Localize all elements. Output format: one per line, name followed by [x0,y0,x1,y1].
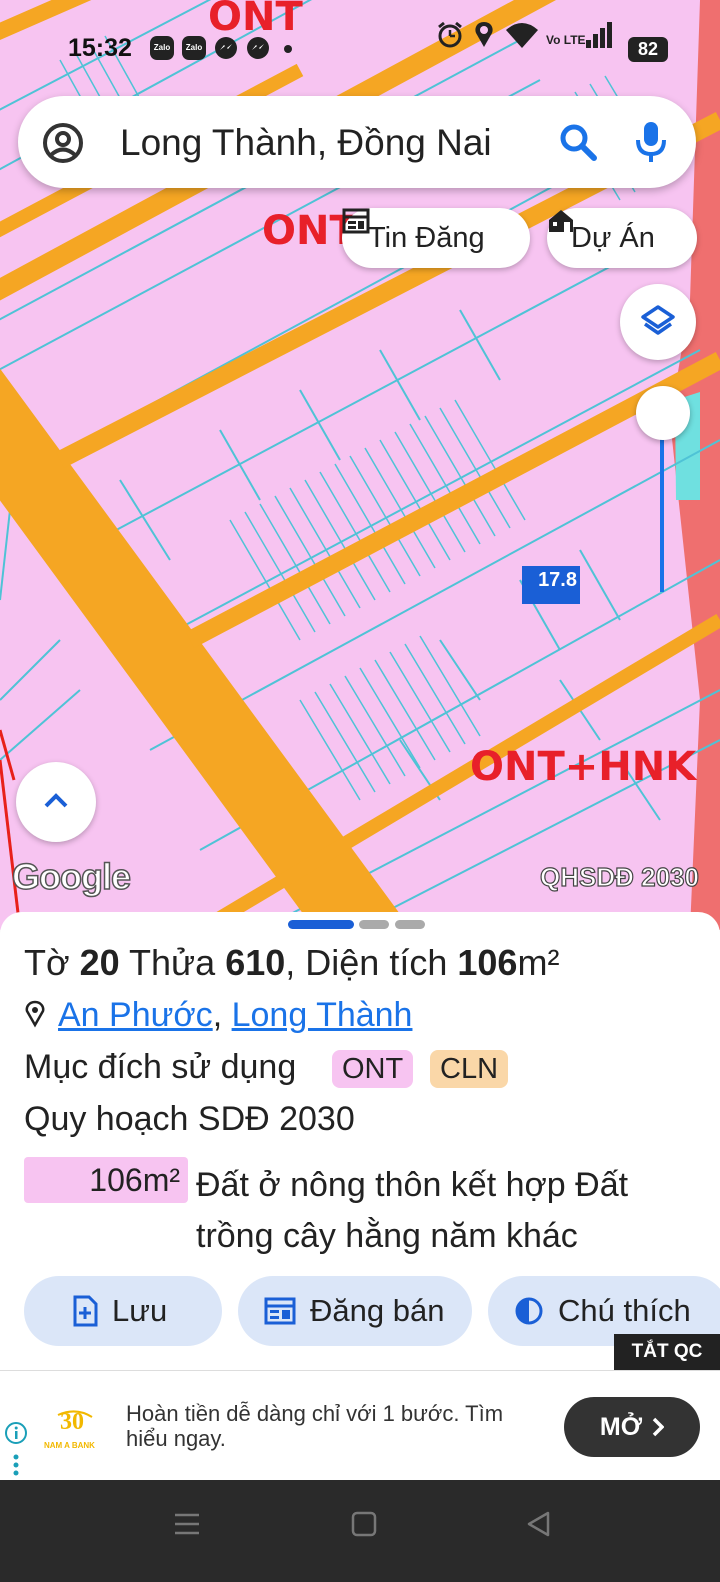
map-view[interactable]: ONT ONT ONT+HNK 17.8 15:32 Zalo Zalo Vo … [0,0,720,930]
ad-open-button[interactable]: MỞ [564,1397,700,1457]
status-bar: 15:32 Zalo Zalo Vo LTE 82 [0,20,720,76]
signal-icon [586,22,612,48]
chevron-up-icon [44,793,68,808]
location-icon [475,22,493,47]
area-value: 106 [457,942,518,983]
microphone-icon[interactable] [634,120,668,164]
selected-parcel-marker[interactable]: 17.8 [522,566,580,604]
post-sale-button-label: Đăng bán [310,1293,445,1328]
parcel-title: Tờ 20 Thửa 610, Diện tích 106m² [24,942,560,983]
ad-brand: NAM A BANK [44,1441,95,1450]
add-file-icon [73,1295,98,1327]
search-input[interactable]: Long Thành, Đồng Nai [120,122,492,164]
account-icon[interactable] [42,122,84,164]
messenger-icon [215,37,237,59]
sheet-label: Tờ [24,942,70,983]
close-ads-button[interactable]: TẮT QC [614,1334,720,1370]
plan-heading: Quy hoạch SDĐ 2030 [24,1100,355,1138]
nam-a-bank-logo: 30 [57,1409,93,1435]
back-icon[interactable] [526,1511,550,1537]
zalo-icon: Zalo [150,36,174,60]
ward-link[interactable]: An Phước [58,996,213,1034]
recents-icon[interactable] [174,1512,200,1536]
listings-chip-label: Tin Đăng [368,221,485,254]
plot-number: 610 [225,942,286,983]
notification-dot [284,45,292,53]
projects-chip[interactable]: Dự Án [547,208,697,268]
info-icon[interactable] [4,1421,28,1445]
save-button-label: Lưu [112,1293,168,1328]
location-pin-icon [25,1000,45,1028]
legend-button-label: Chú thích [558,1293,691,1328]
purpose-badge-cln: CLN [430,1050,509,1088]
contrast-icon [515,1297,543,1325]
parcel-info-sheet: Tờ 20 Thửa 610, Diện tích 106m² An Phước… [0,912,720,1372]
battery-indicator: 82 [628,37,668,62]
search-bar[interactable]: Long Thành, Đồng Nai [18,96,696,188]
ad-text: Hoàn tiền dễ dàng chỉ với 1 bước. Tìm hi… [126,1401,504,1451]
google-logo: Google [11,855,132,898]
listing-icon [264,1297,296,1325]
zalo-icon: Zalo [182,36,206,60]
more-options-icon[interactable] [12,1453,20,1477]
projects-chip-label: Dự Án [571,221,655,254]
home-icon[interactable] [351,1511,377,1537]
layers-icon [641,305,675,335]
pager-dot[interactable] [359,920,389,929]
listings-chip[interactable]: Tin Đăng [342,208,530,268]
system-nav-bar [0,1480,720,1582]
map-layer-tag: QHSDĐ 2030 [539,861,699,892]
post-sale-button[interactable]: Đăng bán [238,1276,472,1346]
status-time: 15:32 [68,34,132,62]
ad-banner[interactable]: 30 NAM A BANK Hoàn tiền dễ dàng chỉ với … [0,1370,720,1481]
plan-description: Đất ở nông thôn kết hợp Đất trồng cây hằ… [196,1166,629,1255]
building-icon [549,210,573,232]
land-use-purpose-label: Mục đích sử dụng [24,1048,297,1086]
save-button[interactable]: Lưu [24,1276,222,1346]
listings-icon [342,208,370,234]
area-label: Diện tích [305,942,448,983]
district-link[interactable]: Long Thành [232,996,413,1034]
wifi-icon [506,23,538,48]
pager-dot[interactable] [395,920,425,929]
area-unit: m² [517,942,560,983]
layers-button[interactable] [620,284,696,360]
ad-open-label: MỞ [599,1412,643,1441]
parcel-location: An Phước, Long Thành [24,996,412,1035]
alarm-icon [438,21,462,48]
chevron-right-icon [652,1417,665,1437]
pager-dot-active[interactable] [288,920,354,929]
search-icon[interactable] [558,122,598,162]
purpose-badge-ont: ONT [332,1050,414,1088]
opacity-slider-handle[interactable] [636,386,690,440]
expand-sheet-button[interactable] [16,762,96,842]
volte-indicator: Vo LTE [546,33,586,47]
messenger-icon [247,37,269,59]
zone-label-ont-hnk: ONT+HNK [470,744,697,790]
plan-area-swatch: 106m² [24,1157,188,1203]
plot-label: Thửa [129,942,216,983]
sheet-number: 20 [79,942,120,983]
